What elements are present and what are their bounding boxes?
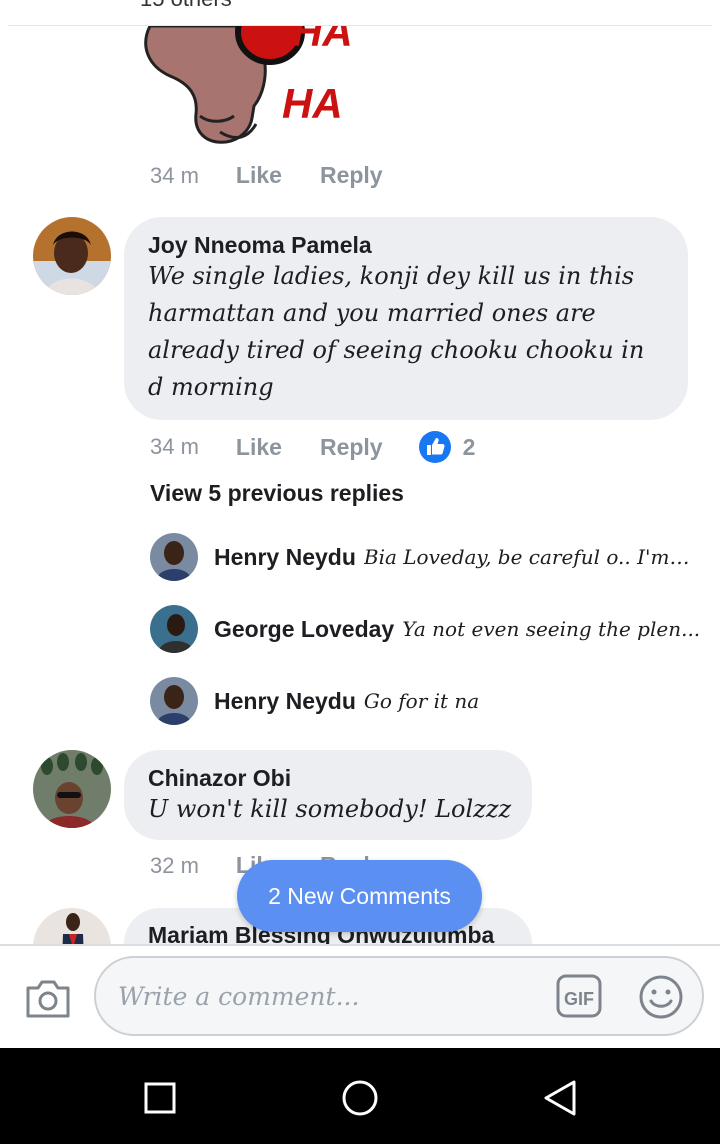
comment-time: 32 m — [150, 852, 199, 878]
reply-button[interactable]: Reply — [320, 434, 383, 461]
sticker-comment-actions: 34 m Like Reply — [150, 162, 383, 189]
reply-author[interactable]: Henry Neydu — [214, 688, 356, 715]
new-comments-button[interactable]: 2 New Comments — [237, 860, 482, 932]
home-icon[interactable] — [340, 1078, 380, 1118]
comment-placeholder: Write a comment... — [118, 982, 360, 1011]
back-icon[interactable] — [540, 1078, 580, 1118]
commenter-name[interactable]: Joy Nneoma Pamela — [148, 232, 372, 259]
avatar[interactable] — [33, 217, 111, 295]
gif-icon[interactable]: GIF — [556, 974, 602, 1018]
reply-item[interactable]: George Loveday Ya not even seeing the pl… — [150, 605, 700, 653]
sticker-text-top: HA — [292, 26, 353, 55]
camera-icon[interactable] — [24, 976, 72, 1020]
avatar[interactable] — [150, 533, 198, 581]
avatar[interactable] — [33, 750, 111, 828]
like-button[interactable]: Like — [236, 162, 282, 189]
reply-author[interactable]: George Loveday — [214, 616, 394, 643]
comment-text: U won't kill somebody! Lolzzz — [148, 795, 512, 823]
reply-text: Ya not even seeing the plen... — [402, 617, 701, 641]
sticker-text-bottom: HA — [282, 80, 343, 127]
reply-author[interactable]: Henry Neydu — [214, 544, 356, 571]
comments-feed[interactable]: 15 others HA HA 34 m Like Reply Joy Nneo… — [0, 0, 720, 944]
avatar[interactable] — [33, 908, 111, 944]
comment-line: already tired of seeing chooku chooku in — [148, 336, 645, 364]
like-button[interactable]: Like — [236, 434, 282, 461]
comment-input[interactable]: Write a comment... GIF — [94, 956, 704, 1036]
recents-icon[interactable] — [140, 1078, 180, 1118]
comment-line: d morning — [148, 373, 274, 401]
reply-item[interactable]: Henry Neydu Go for it na — [150, 677, 479, 725]
header-partial-text: 15 others — [140, 0, 232, 12]
reply-button[interactable]: Reply — [320, 162, 383, 189]
comment-time: 34 m — [150, 162, 199, 188]
avatar[interactable] — [150, 677, 198, 725]
view-previous-replies-link[interactable]: View 5 previous replies — [150, 480, 404, 507]
comment-actions: 34 m Like Reply 2 — [150, 431, 475, 463]
thumbs-up-icon — [418, 431, 451, 463]
comment-line: harmattan and you married ones are — [148, 299, 596, 327]
reply-text: Bia Loveday, be careful o.. I'm n... — [363, 545, 694, 569]
reply-item[interactable]: Henry Neydu Bia Loveday, be careful o.. … — [150, 533, 694, 581]
commenter-name[interactable]: Chinazor Obi — [148, 765, 291, 792]
reply-text: Go for it na — [363, 689, 480, 713]
comment-time: 34 m — [150, 434, 199, 459]
reaction-number: 2 — [462, 433, 476, 460]
avatar[interactable] — [150, 605, 198, 653]
comment-line: We single ladies, konji dey kill us in t… — [148, 262, 635, 290]
comment-composer: Write a comment... GIF — [0, 944, 720, 1050]
comment-text: We single ladies, konji dey kill us in t… — [148, 258, 678, 406]
laughing-sticker[interactable]: HA HA — [140, 0, 380, 150]
system-nav-bar — [0, 1048, 720, 1144]
reaction-count[interactable]: 2 — [418, 431, 476, 463]
gif-label: GIF — [564, 989, 594, 1009]
smiley-icon[interactable] — [638, 974, 684, 1020]
